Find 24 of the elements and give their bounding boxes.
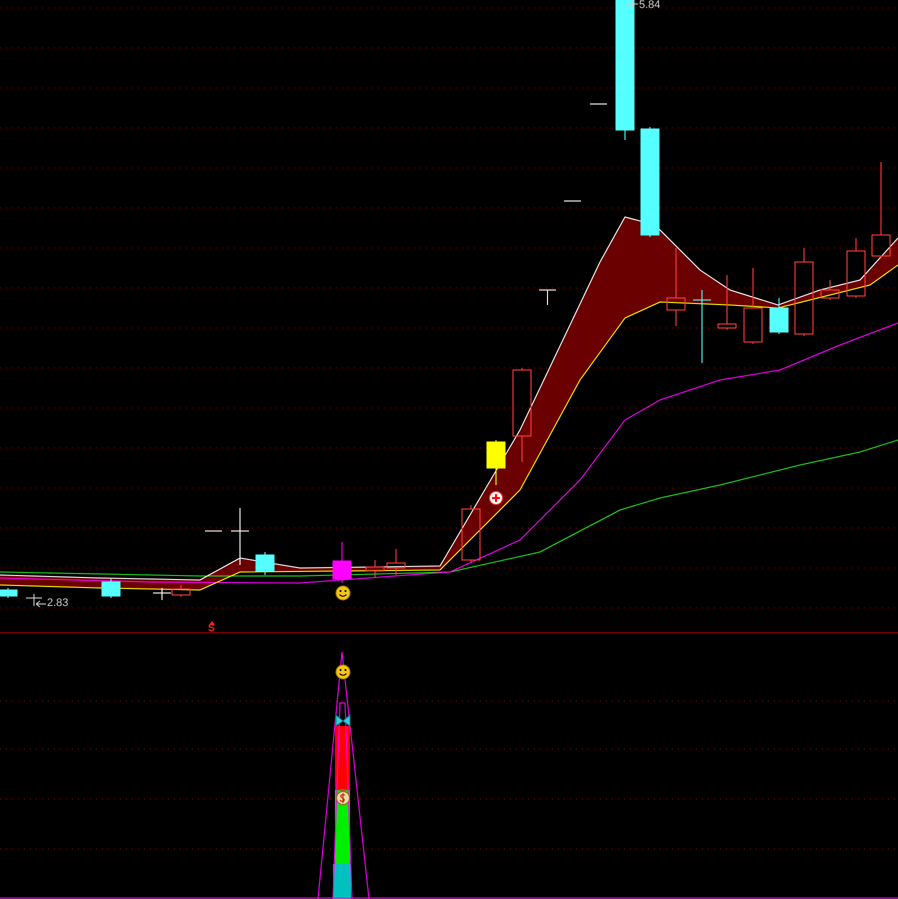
candlestick	[386, 548, 406, 576]
candlestick	[256, 552, 274, 576]
triangle-icon	[209, 621, 215, 625]
high-price-label: 5.84	[639, 0, 660, 11]
price-dash	[564, 200, 582, 202]
candlestick	[172, 584, 190, 598]
doji-candle	[538, 290, 556, 306]
smiley-icon	[336, 664, 350, 680]
candlestick	[366, 560, 384, 578]
candlestick	[462, 504, 480, 562]
candlestick	[332, 542, 352, 584]
candlestick	[0, 588, 18, 598]
candlestick	[102, 578, 120, 598]
low-price-label: 2.83	[47, 598, 68, 609]
smiley-icon	[336, 586, 350, 600]
volume-base-bar	[333, 864, 351, 899]
candlestick	[486, 440, 506, 486]
candlestick	[820, 280, 840, 300]
money-bag-icon	[336, 789, 350, 805]
candlestick	[718, 274, 736, 330]
candlestick	[846, 238, 866, 298]
candlestick	[770, 298, 788, 334]
cross-candle	[204, 508, 250, 566]
cross-candle	[152, 588, 172, 600]
